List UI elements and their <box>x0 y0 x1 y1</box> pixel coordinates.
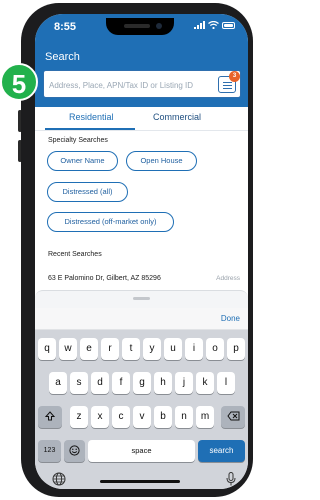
search-box[interactable]: 3 <box>43 70 241 98</box>
filter-button[interactable]: 3 <box>218 71 240 93</box>
search-key[interactable]: search <box>198 440 245 462</box>
page-title: Search <box>45 51 80 63</box>
key-a[interactable]: a <box>49 372 67 394</box>
key-t[interactable]: t <box>122 338 140 360</box>
emoji-key[interactable] <box>64 440 85 462</box>
home-indicator <box>100 480 180 483</box>
search-input[interactable] <box>49 77 229 93</box>
key-w[interactable]: w <box>59 338 77 360</box>
speaker <box>124 24 150 28</box>
search-type-tabs: Residential Commercial <box>35 107 248 131</box>
tab-commercial[interactable]: Commercial <box>153 112 201 122</box>
key-o[interactable]: o <box>206 338 224 360</box>
numbers-key[interactable]: 123 <box>38 440 61 462</box>
delete-key[interactable] <box>221 406 245 428</box>
tab-residential[interactable]: Residential <box>69 112 114 122</box>
key-l[interactable]: l <box>217 372 235 394</box>
signal-icon <box>194 21 205 29</box>
status-time: 8:55 <box>54 21 77 33</box>
globe-icon[interactable] <box>52 472 66 486</box>
key-g[interactable]: g <box>133 372 151 394</box>
battery-icon <box>222 21 235 29</box>
status-icons <box>194 21 235 29</box>
key-d[interactable]: d <box>91 372 109 394</box>
open-house-chip[interactable]: Open House <box>126 151 197 171</box>
notch <box>106 18 174 35</box>
key-u[interactable]: u <box>164 338 182 360</box>
filter-count-badge: 3 <box>229 71 240 82</box>
key-b[interactable]: b <box>154 406 172 428</box>
key-z[interactable]: z <box>70 406 88 428</box>
recent-searches-heading: Recent Searches <box>48 251 102 258</box>
key-p[interactable]: p <box>227 338 245 360</box>
recent-search-type: Address <box>216 275 240 282</box>
microphone-icon[interactable] <box>226 472 236 486</box>
key-r[interactable]: r <box>101 338 119 360</box>
sheet-grabber[interactable] <box>133 297 150 300</box>
space-key[interactable]: space <box>88 440 195 462</box>
key-e[interactable]: e <box>80 338 98 360</box>
recent-search-item[interactable]: 63 E Palomino Dr, Gilbert, AZ 85296 Addr… <box>35 270 248 290</box>
delete-icon <box>226 411 239 421</box>
sheet-handle-area <box>35 290 248 308</box>
filter-icon <box>223 82 232 91</box>
active-tab-underline <box>45 128 135 130</box>
key-q[interactable]: q <box>38 338 56 360</box>
wifi-icon <box>208 21 219 29</box>
shift-icon <box>44 411 56 421</box>
camera <box>156 23 162 29</box>
key-i[interactable]: i <box>185 338 203 360</box>
key-k[interactable]: k <box>196 372 214 394</box>
key-f[interactable]: f <box>112 372 130 394</box>
distressed-off-market-chip[interactable]: Distressed (off-market only) <box>47 212 174 232</box>
key-m[interactable]: m <box>196 406 214 428</box>
shift-key[interactable] <box>38 406 62 428</box>
step-number-badge: 5 <box>0 63 38 101</box>
key-c[interactable]: c <box>112 406 130 428</box>
key-v[interactable]: v <box>133 406 151 428</box>
key-n[interactable]: n <box>175 406 193 428</box>
key-j[interactable]: j <box>175 372 193 394</box>
keyboard: q w e r t y u i o p a s d f g h j k l z … <box>35 330 248 489</box>
key-x[interactable]: x <box>91 406 109 428</box>
app-header: 8:55 Search 3 <box>35 14 248 107</box>
key-h[interactable]: h <box>154 372 172 394</box>
key-y[interactable]: y <box>143 338 161 360</box>
key-s[interactable]: s <box>70 372 88 394</box>
done-button[interactable]: Done <box>221 314 240 323</box>
app-screen: 8:55 Search 3 Residential Commercial <box>35 14 248 489</box>
recent-search-address: 63 E Palomino Dr, Gilbert, AZ 85296 <box>48 275 161 282</box>
distressed-all-chip[interactable]: Distressed (all) <box>47 182 128 202</box>
emoji-icon <box>69 445 80 456</box>
keyboard-accessory-bar: Done <box>35 308 248 330</box>
specialty-searches-heading: Specialty Searches <box>48 137 108 144</box>
owner-name-chip[interactable]: Owner Name <box>47 151 118 171</box>
